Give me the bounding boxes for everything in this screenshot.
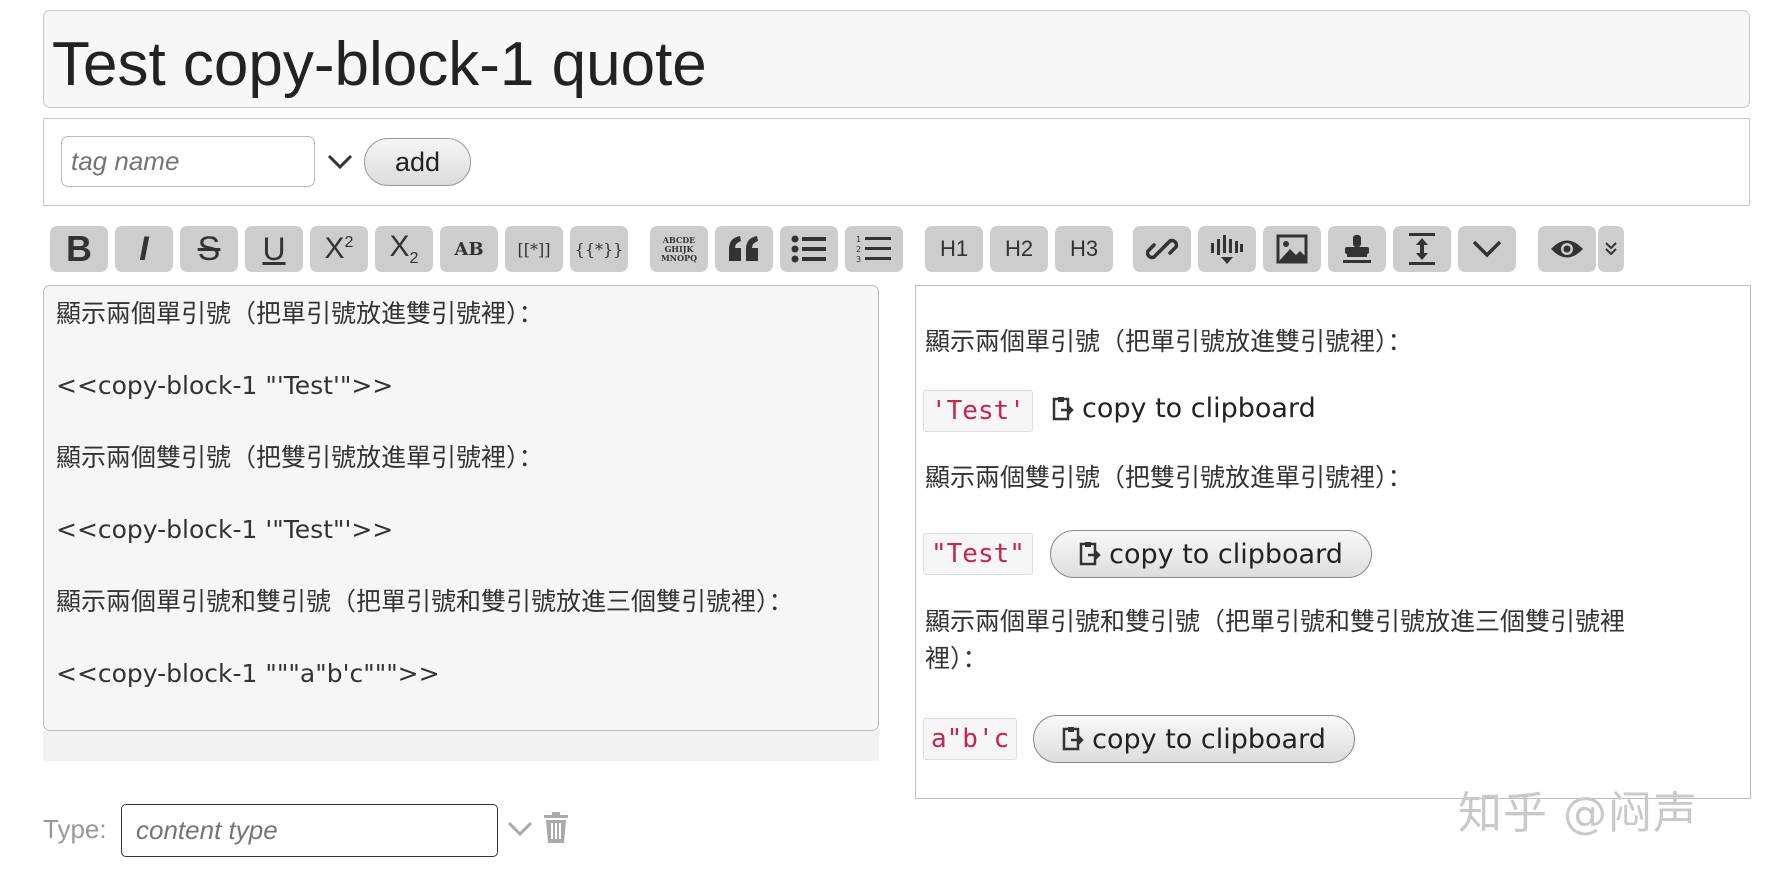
clipboard-icon [1079,542,1101,566]
subscript-button[interactable]: X2 [375,226,433,272]
transclude-icon: [[*]] [517,239,551,259]
numbered-list-icon: 1 2 3 [856,235,891,264]
macro-button[interactable]: {{*}} [570,226,628,272]
subscript-icon: X2 [389,230,419,267]
clipboard-icon [1052,396,1074,420]
preview-paragraph-3: 顯示兩個單引號和雙引號（把單引號和雙引號放進三個雙引號裡 [925,607,1626,636]
editor-resize-area [43,731,879,761]
content-type-input[interactable] [121,804,498,857]
preview-paragraph-3-cont: 裡）： [925,644,988,673]
more-icon [1472,240,1502,258]
quote-button[interactable] [715,226,773,272]
copy-to-clipboard-link[interactable]: copy to clipboard [1052,393,1316,424]
chevron-down-icon[interactable] [506,817,534,841]
numbered-list-button[interactable]: 1 2 3 [845,226,903,272]
add-tag-button[interactable]: add [364,138,471,186]
heading-2-button[interactable]: H2 [990,226,1048,272]
monospace-block-icon: ABCDE GHIJK MNOPQ [660,234,698,263]
preview-toggle-button[interactable] [1538,226,1596,272]
preview-eye-icon [1551,240,1583,258]
svg-text:2: 2 [856,245,861,254]
image-button[interactable] [1263,226,1321,272]
code-block-2: "Test" [923,533,1033,575]
image-icon [1276,234,1308,264]
superscript-button[interactable]: X2 [310,226,368,272]
monospace-block-button[interactable]: ABCDE GHIJK MNOPQ [650,226,708,272]
code-block-1: 'Test' [923,390,1033,432]
heading-1-button[interactable]: H1 [925,226,983,272]
bullet-list-button[interactable] [780,226,838,272]
underline-button[interactable]: U [245,226,303,272]
heading-1-icon: H1 [939,236,969,261]
strikethrough-icon: S [197,229,221,268]
excise-icon [1211,235,1243,264]
stamp-button[interactable] [1328,226,1386,272]
code-block-3: a"b'c [923,718,1018,760]
watermark-text: 知乎 @闷声 [1458,788,1698,839]
excise-button[interactable] [1198,226,1256,272]
preview-type-chevron-icon [1605,242,1617,256]
bullet-list-icon [791,235,826,263]
preview-paragraph-2: 顯示兩個雙引號（把雙引號放進單引號裡）： [925,463,1413,492]
size-icon [1409,233,1435,265]
stamp-icon [1343,235,1371,263]
italic-icon: I [139,229,149,268]
preview-type-button[interactable] [1598,226,1624,272]
bold-button[interactable]: B [50,226,108,272]
svg-text:3: 3 [856,255,861,264]
preview-pane: 顯示兩個單引號（把單引號放進雙引號裡）： 'Test' copy to clip… [915,285,1751,799]
link-button[interactable] [1133,226,1191,272]
size-button[interactable] [1393,226,1451,272]
underline-icon: U [262,230,286,267]
smallcaps-icon: AB [454,238,484,260]
type-label: Type: [43,814,107,844]
transclude-button[interactable]: [[*]] [505,226,563,272]
preview-paragraph-1: 顯示兩個單引號（把單引號放進雙引號裡）： [925,327,1413,356]
chevron-down-icon[interactable] [324,149,356,175]
svg-text:1: 1 [856,235,861,244]
more-button[interactable] [1458,226,1516,272]
macro-icon: {{*}} [574,239,624,259]
italic-button[interactable]: I [115,226,173,272]
tag-editor: add [43,118,1750,206]
text-editor[interactable]: 顯示兩個單引號（把單引號放進雙引號裡）： <<copy-block-1 "'Te… [43,285,879,731]
quote-icon [729,236,758,261]
copy-to-clipboard-button[interactable]: copy to clipboard [1050,530,1372,578]
trash-icon[interactable] [543,812,569,844]
heading-3-icon: H3 [1069,236,1099,261]
bold-icon: B [66,228,92,269]
clipboard-icon [1062,727,1084,751]
tiddler-title-input[interactable]: Test copy-block-1 quote [43,10,1750,108]
smallcaps-button[interactable]: AB [440,226,498,272]
superscript-icon: X2 [324,232,354,265]
link-icon [1146,238,1178,260]
heading-2-icon: H2 [1004,236,1034,261]
strikethrough-button[interactable]: S [180,226,238,272]
tag-name-input[interactable] [61,136,315,187]
copy-to-clipboard-button[interactable]: copy to clipboard [1033,715,1355,763]
heading-3-button[interactable]: H3 [1055,226,1113,272]
